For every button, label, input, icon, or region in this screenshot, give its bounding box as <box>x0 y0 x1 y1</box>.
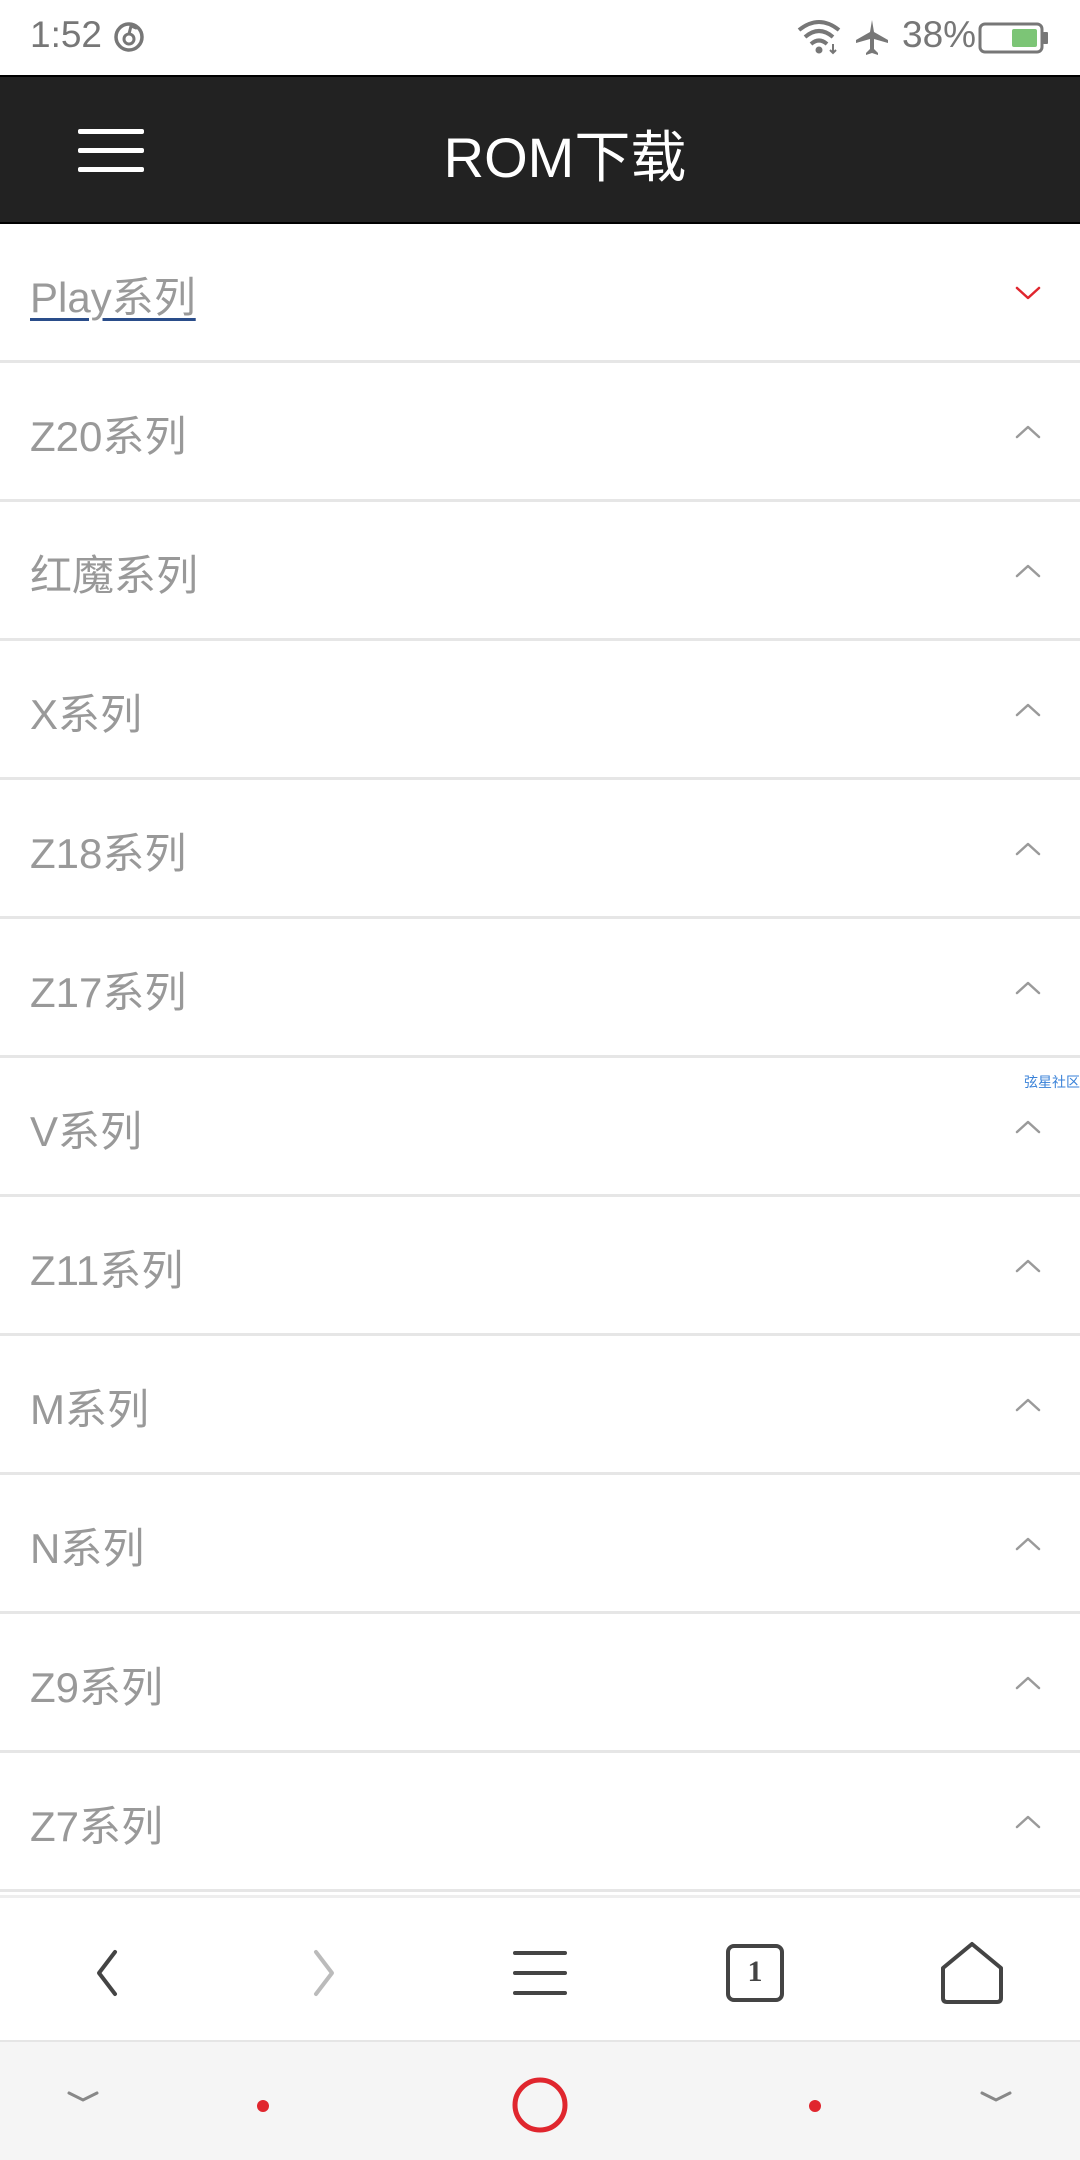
series-row[interactable]: X系列 <box>0 641 1080 780</box>
series-row[interactable]: V系列 <box>0 1058 1080 1197</box>
chevron-up-icon[interactable] <box>1014 974 1042 1002</box>
rom-series-list: Play系列 Z20系列红魔系列 X系列 Z18系列 Z17系列 V系列 Z11系列 M系列 N… <box>0 224 1080 1892</box>
series-label: X系列 <box>30 691 143 738</box>
chevron-up-icon[interactable] <box>1014 1669 1042 1697</box>
series-label: V系列 <box>30 1108 143 1155</box>
series-label: Z11系列 <box>30 1247 184 1294</box>
forward-icon[interactable] <box>288 1938 358 2008</box>
dot-left-icon[interactable] <box>256 2099 270 2113</box>
series-label: Z18系列 <box>30 830 187 877</box>
chevron-up-icon[interactable] <box>1014 1113 1042 1141</box>
tab-count: 1 <box>747 1955 763 1988</box>
series-label: N系列 <box>30 1525 145 1572</box>
back-icon[interactable] <box>73 1938 143 2008</box>
series-label: Z9系列 <box>30 1664 164 1711</box>
series-row[interactable]: Z20系列 <box>0 363 1080 502</box>
series-row[interactable]: N系列 <box>0 1475 1080 1614</box>
series-row[interactable]: Play系列 <box>0 224 1080 363</box>
series-row[interactable]: M系列 <box>0 1336 1080 1475</box>
status-bar: 1:52 38% <box>0 0 1080 75</box>
series-row[interactable]: 红魔系列 <box>0 502 1080 641</box>
battery-icon <box>978 22 1048 54</box>
chevron-up-icon[interactable] <box>1014 1530 1042 1558</box>
app-header: ROM下载 <box>0 75 1080 224</box>
chevron-up-icon[interactable] <box>1014 696 1042 724</box>
chevron-up-icon[interactable] <box>1014 557 1042 585</box>
series-row[interactable]: Z7系列 <box>0 1753 1080 1892</box>
series-row[interactable]: Z18系列 <box>0 780 1080 919</box>
home-icon[interactable] <box>937 1938 1007 2008</box>
dot-right-icon[interactable] <box>808 2099 822 2113</box>
chevron-up-icon[interactable] <box>1014 1252 1042 1280</box>
chevron-up-icon[interactable] <box>1014 1808 1042 1836</box>
menu-icon[interactable] <box>505 1938 575 2008</box>
chevron-up-icon[interactable] <box>1014 835 1042 863</box>
status-time: 1:52 <box>30 14 103 55</box>
system-navigation-bar <box>0 2040 1080 2160</box>
airplane-mode-icon <box>856 20 888 55</box>
wifi-icon <box>797 20 841 55</box>
home-circle-icon[interactable] <box>510 2075 570 2135</box>
series-row[interactable]: Z11系列 <box>0 1197 1080 1336</box>
collapse-right-icon[interactable] <box>978 2087 1014 2107</box>
series-row[interactable]: Z9系列 <box>0 1614 1080 1753</box>
page-title: ROM下载 <box>443 126 687 189</box>
series-label: 红魔系列 <box>30 552 199 599</box>
series-row[interactable]: Z17系列 <box>0 919 1080 1058</box>
browser-toolbar: 1 <box>0 1895 1080 2040</box>
tabs-icon[interactable]: 1 <box>720 1938 790 2008</box>
chevron-up-icon[interactable] <box>1014 418 1042 446</box>
series-label: Z20系列 <box>30 413 187 460</box>
series-label: M系列 <box>30 1386 149 1433</box>
netease-cloud-music-icon <box>114 22 144 52</box>
series-label: Z17系列 <box>30 969 187 1016</box>
chevron-down-icon[interactable] <box>1014 279 1042 307</box>
series-label: Z7系列 <box>30 1803 164 1850</box>
collapse-left-icon[interactable] <box>65 2087 101 2107</box>
chevron-up-icon[interactable] <box>1014 1391 1042 1419</box>
battery-percent: 38% <box>902 14 977 55</box>
series-label[interactable]: Play系列 <box>30 264 196 325</box>
watermark: 弦星社区 <box>1024 1075 1080 1091</box>
